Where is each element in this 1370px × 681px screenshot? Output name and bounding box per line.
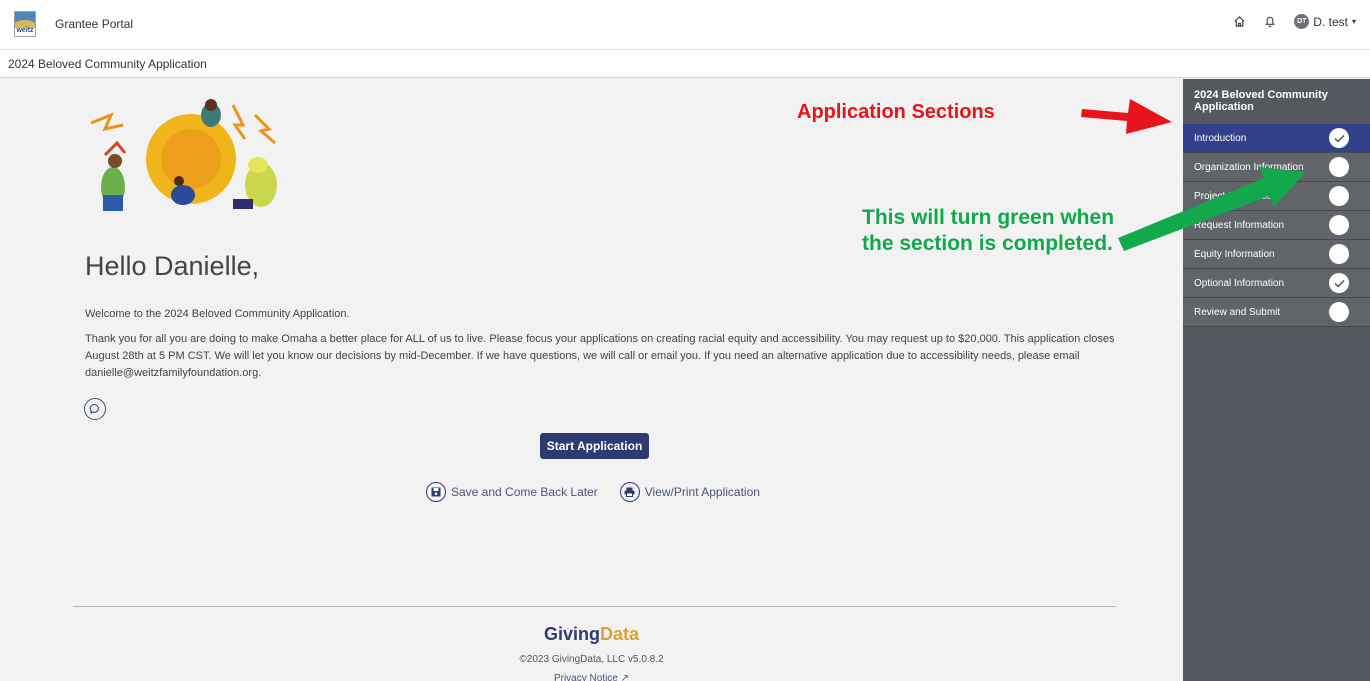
sidebar-item-label: Introduction — [1194, 132, 1247, 144]
sidebar-item-review-and-submit[interactable]: Review and Submit — [1183, 298, 1370, 327]
brand-data: Data — [600, 624, 640, 644]
status-circle-icon — [1329, 215, 1349, 235]
sidebar-item-request-information[interactable]: Request Information — [1183, 211, 1370, 240]
main-content: Hello Danielle, Welcome to the 2024 Belo… — [0, 79, 1183, 681]
checkmark-icon — [1329, 273, 1349, 293]
application-title-bar: 2024 Beloved Community Application — [0, 50, 1370, 78]
save-link-label: Save and Come Back Later — [451, 485, 598, 499]
user-name: D. test — [1313, 14, 1348, 29]
welcome-text: Welcome to the 2024 Beloved Community Ap… — [85, 308, 350, 320]
sidebar-item-label: Optional Information — [1194, 277, 1285, 289]
brand-giving: Giving — [543, 624, 600, 644]
status-circle-icon — [1329, 157, 1349, 177]
application-sections-sidebar: 2024 Beloved Community Application Intro… — [1183, 79, 1370, 681]
sidebar-item-introduction[interactable]: Introduction — [1183, 124, 1370, 153]
greeting-heading: Hello Danielle, — [85, 251, 260, 281]
floppy-disk-icon — [426, 482, 446, 502]
print-link-label: View/Print Application — [644, 485, 760, 499]
weitz-logo[interactable]: weitz — [14, 11, 36, 37]
givingdata-logo: GivingData — [0, 624, 1183, 645]
sidebar-item-label: Organization Information — [1194, 161, 1304, 173]
privacy-notice-link[interactable]: Privacy Notice ↗ — [0, 673, 1183, 681]
footer-divider — [73, 606, 1116, 607]
save-and-come-back-link[interactable]: Save and Come Back Later — [426, 482, 598, 502]
sidebar-item-label: Request Information — [1194, 219, 1285, 231]
privacy-label: Privacy Notice — [553, 673, 618, 681]
portal-title[interactable]: Grantee Portal — [55, 17, 133, 31]
sidebar-items: Introduction Organization Information Proj… — [1183, 124, 1370, 327]
sidebar-item-optional-information[interactable]: Optional Information — [1183, 269, 1370, 298]
checkmark-icon — [1329, 128, 1349, 148]
status-circle-icon — [1329, 302, 1349, 322]
application-actions: Save and Come Back Later View/Print Appl… — [426, 482, 760, 502]
application-title: 2024 Beloved Community Application — [8, 57, 207, 71]
external-link-icon: ↗ — [620, 673, 630, 681]
bell-icon[interactable] — [1264, 15, 1276, 28]
chevron-down-icon: ▾ — [1351, 17, 1356, 26]
sidebar-item-label: Equity Information — [1194, 248, 1275, 260]
logo-text: weitz — [16, 27, 34, 34]
view-print-application-link[interactable]: View/Print Application — [619, 482, 760, 502]
copyright-text: ©2023 GivingData, LLC v5.0.8.2 — [519, 654, 664, 665]
sidebar-title: 2024 Beloved Community Application — [1194, 89, 1328, 113]
sidebar-item-project-information[interactable]: Project Information — [1183, 182, 1370, 211]
intro-paragraph: Thank you for all you are doing to make … — [85, 333, 1115, 379]
annotation-turn-green: This will turn green when the section is… — [862, 206, 1115, 255]
top-icons: DT D. test ▾ — [1233, 14, 1356, 29]
printer-icon — [619, 482, 640, 502]
sidebar-item-label: Review and Submit — [1194, 306, 1281, 318]
top-bar: weitz Grantee Portal DT D. test ▾ — [0, 0, 1370, 50]
sidebar-item-organization-information[interactable]: Organization Information — [1183, 153, 1370, 182]
user-menu[interactable]: DT D. test ▾ — [1294, 14, 1356, 29]
home-icon[interactable] — [1233, 15, 1246, 28]
community-illustration — [90, 99, 277, 211]
chat-bubble-icon[interactable] — [84, 398, 106, 420]
sidebar-item-label: Project Information — [1194, 190, 1278, 202]
sidebar-item-equity-information[interactable]: Equity Information — [1183, 240, 1370, 269]
annotation-application-sections: Application Sections — [797, 101, 995, 123]
status-circle-icon — [1329, 186, 1349, 206]
start-application-button[interactable]: Start Application — [540, 433, 649, 459]
avatar: DT — [1294, 14, 1310, 29]
status-circle-icon — [1329, 244, 1349, 264]
